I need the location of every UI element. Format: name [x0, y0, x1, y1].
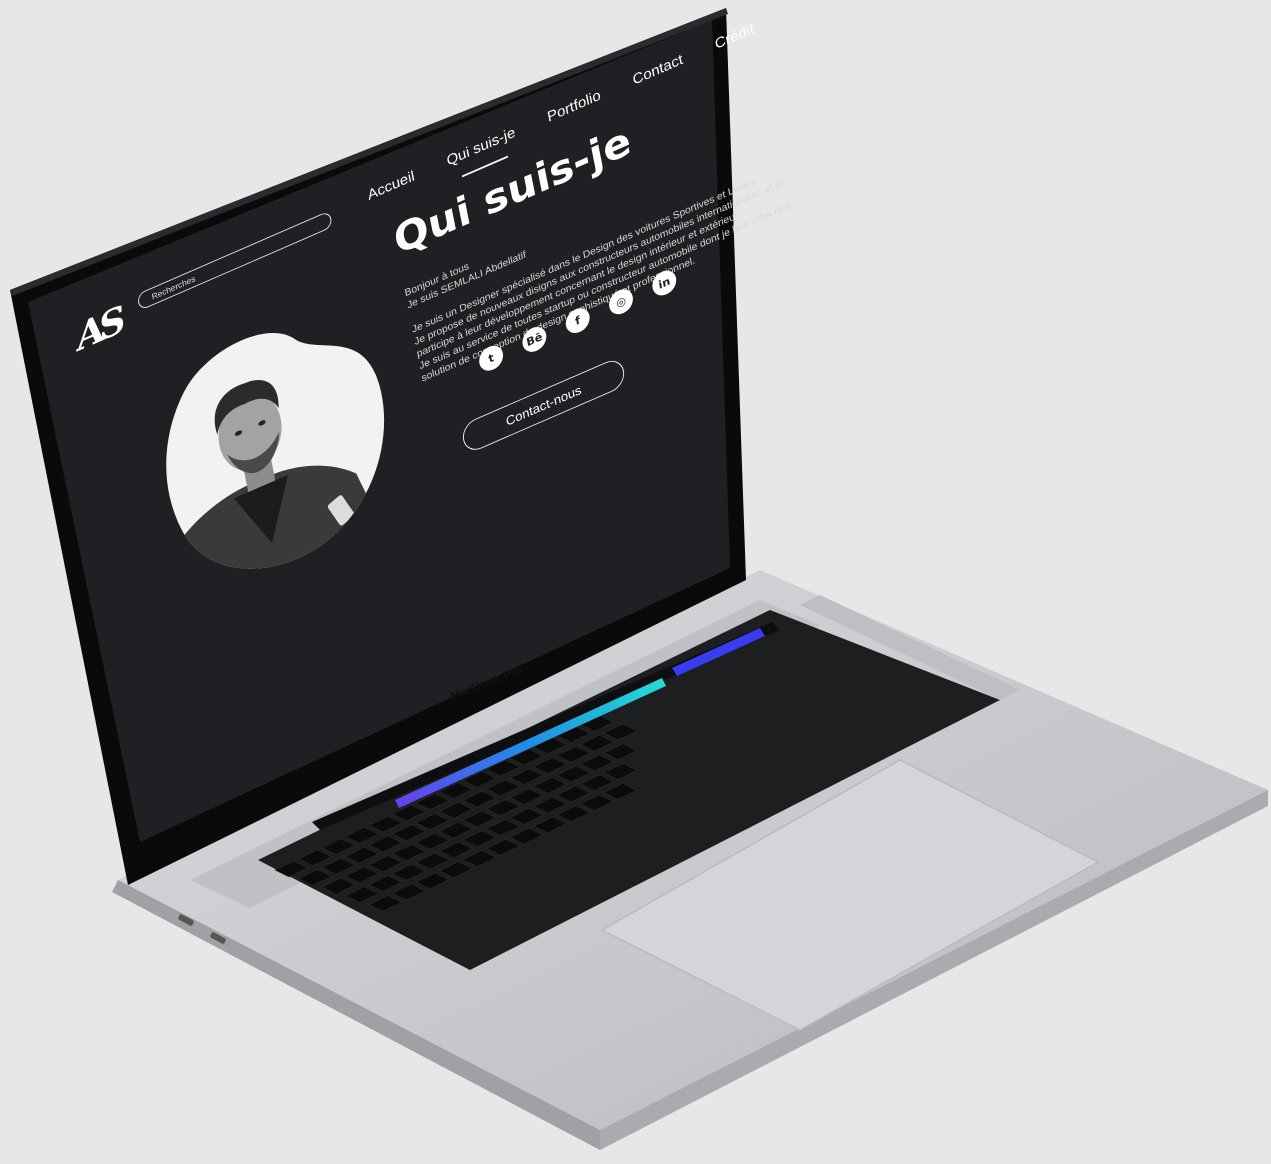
- profile-photo: [166, 333, 385, 605]
- avatar: [141, 276, 413, 609]
- nav-item-qui-suis-je[interactable]: Qui suis-je: [445, 125, 516, 170]
- search-placeholder: Recherches: [150, 273, 196, 302]
- mockup-stage: AS Recherches Accueil Qui suis-je Portfo…: [0, 0, 1271, 1164]
- contact-button-label: Contact-nous: [504, 382, 583, 429]
- nav-item-accueil[interactable]: Accueil: [366, 169, 416, 205]
- nav-item-contact[interactable]: Contact: [632, 52, 685, 89]
- site-logo[interactable]: AS: [73, 300, 124, 360]
- nav-item-portfolio[interactable]: Portfolio: [546, 88, 602, 127]
